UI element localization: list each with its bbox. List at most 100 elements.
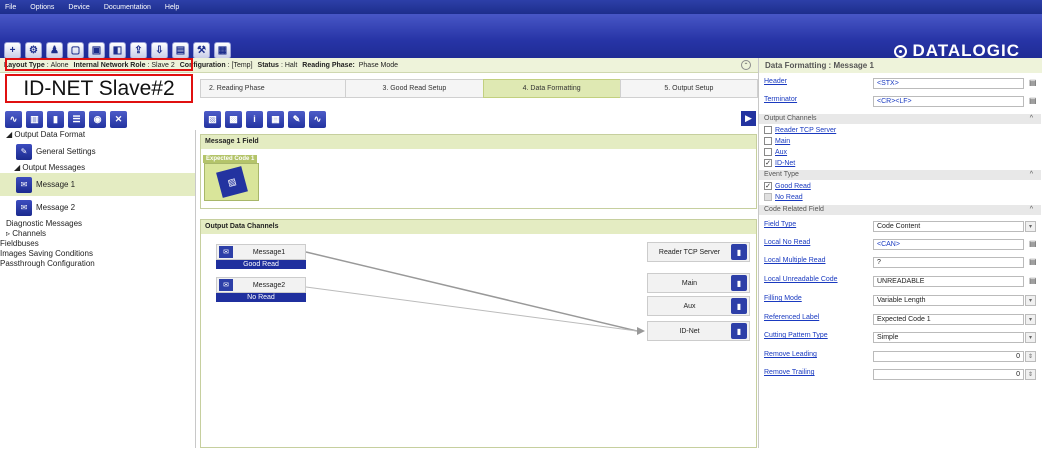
output-channels-section[interactable]: Output Channels [759,114,1041,124]
menu-documentation[interactable]: Documentation [104,4,151,11]
field-type-select[interactable]: Code Content [873,221,1024,232]
terminator-field[interactable]: <CR><LF> [873,96,1024,107]
chevron-down-icon[interactable]: ▾ [1025,295,1036,306]
code-icon[interactable]: ▥ [26,110,43,128]
tree-output-messages[interactable]: ◢ Output Messages [0,163,195,173]
channel-id-net[interactable]: ID-Net ▮ [647,321,750,341]
scanner-icon: ▮ [731,244,747,260]
menu-bar: File Options Device Documentation Help [0,0,1042,14]
menu-file[interactable]: File [5,4,16,11]
tree-general-settings[interactable]: ✎ General Settings [0,140,195,163]
channel-main[interactable]: Main ▮ [647,273,750,293]
scanner-icon[interactable]: ▮ [47,110,64,128]
code-related-section[interactable]: Code Related Field [759,205,1041,215]
stepper-icon[interactable]: ⇕ [1025,369,1036,380]
wrench-icon: ✎ [16,143,32,160]
tree-passthrough[interactable]: Passthrough Configuration [0,259,195,269]
pen-icon[interactable]: ✎ [288,110,305,128]
phase-output-setup[interactable]: 5. Output Setup [619,79,758,98]
local-multiple-read-label[interactable]: Local Multiple Read [764,257,825,264]
tree-message-2[interactable]: ✉ Message 2 [0,196,195,219]
edit-icon[interactable]: ▤ [1029,276,1039,286]
local-no-read-label[interactable]: Local No Read [764,239,810,246]
phase-good-read[interactable]: 3. Good Read Setup [345,79,484,98]
add-icon[interactable]: + [4,42,21,59]
chevron-down-icon[interactable]: ▾ [1025,314,1036,325]
channel-aux[interactable]: Aux ▮ [647,296,750,316]
list-icon[interactable]: ☰ [68,110,85,128]
chevron-down-icon[interactable]: ▾ [1025,332,1036,343]
delete-icon[interactable]: ✕ [110,110,127,128]
tree-diagnostic[interactable]: Diagnostic Messages [0,219,195,229]
referenced-label-label[interactable]: Referenced Label [764,314,819,321]
header-label[interactable]: Header [764,78,787,85]
grid-code-icon[interactable]: ▩ [225,110,242,128]
event-type-section[interactable]: Event Type [759,170,1041,180]
remove-leading-label[interactable]: Remove Leading [764,351,817,358]
menu-help[interactable]: Help [165,4,179,11]
collapse-icon[interactable]: ⌃ [741,60,751,70]
tree-channels[interactable]: ▹ Channels [0,229,195,239]
phase-data-formatting[interactable]: 4. Data Formatting [482,79,621,98]
device-icon[interactable]: ◧ [109,42,126,59]
pictures-icon[interactable]: ▦ [214,42,231,59]
edit-icon[interactable]: ▤ [1029,78,1039,88]
cutting-pattern-select[interactable]: Simple [873,332,1024,343]
save-icon[interactable]: ▤ [172,42,189,59]
tree-images[interactable]: Images Saving Conditions [0,249,195,259]
tree-output-data-format[interactable]: ◢ Output Data Format [0,130,195,140]
oc-main[interactable]: Main [764,137,790,145]
oc-aux[interactable]: Aux [764,148,787,156]
stepper-icon[interactable]: ⇕ [1025,351,1036,362]
gear-icon[interactable]: ⚙ [25,42,42,59]
edit-icon[interactable]: ▤ [1029,96,1039,106]
message2-node[interactable]: ✉ Message2 No Read [216,277,306,302]
waveform-icon[interactable]: ∿ [5,110,22,128]
edit-icon[interactable]: ▤ [1029,239,1039,249]
channel-reader-tcp[interactable]: Reader TCP Server ▮ [647,242,750,262]
connection-line [305,251,638,332]
remove-trailing-stepper[interactable]: 0 [873,369,1024,380]
monitor-icon[interactable]: ▣ [88,42,105,59]
reading-phase-label: Reading Phase: [302,61,355,69]
download-icon[interactable]: ⇩ [151,42,168,59]
person-icon[interactable]: ♟ [46,42,63,59]
filling-mode-select[interactable]: Variable Length [873,295,1024,306]
info-icon[interactable]: i [246,110,263,128]
barcode-icon[interactable]: ▧ [204,110,221,128]
local-no-read-field[interactable]: <CAN> [873,239,1024,250]
menu-options[interactable]: Options [30,4,54,11]
upload-icon[interactable]: ⇪ [130,42,147,59]
phase-reading[interactable]: 2. Reading Phase [200,79,347,98]
chevron-down-icon[interactable]: ▾ [1025,221,1036,232]
message-field-panel: Message 1 Field Expected Code 1 ▨ [200,134,757,209]
local-multiple-read-field[interactable]: ? [873,257,1024,268]
target-icon[interactable]: ◉ [89,110,106,128]
cutting-pattern-label[interactable]: Cutting Pattern Type [764,332,828,339]
settings-icon[interactable]: ⚒ [193,42,210,59]
local-unreadable-field[interactable]: UNREADABLE [873,276,1024,287]
play-icon[interactable]: ▶ [741,111,756,126]
header-field[interactable]: <STX> [873,78,1024,89]
local-unreadable-label[interactable]: Local Unreadable Code [764,276,838,283]
edit-icon[interactable]: ▤ [1029,257,1039,267]
tree-fieldbuses[interactable]: Fieldbuses [0,239,195,249]
message1-node[interactable]: ✉ Message1 Good Read [216,244,306,269]
no-read-checkbox[interactable]: No Read [764,193,803,201]
field-type-label[interactable]: Field Type [764,221,796,228]
remove-leading-stepper[interactable]: 0 [873,351,1024,362]
expected-code-block[interactable]: ▨ [204,163,259,201]
good-read-checkbox[interactable]: ✓ Good Read [764,182,811,190]
oc-reader-tcp[interactable]: Reader TCP Server [764,126,836,134]
signal-icon[interactable]: ∿ [309,110,326,128]
slave-annotation: ID-NET Slave#2 [5,74,193,103]
tree-message-1[interactable]: ✉ Message 1 [0,173,195,196]
table-icon[interactable]: ▦ [267,110,284,128]
terminator-label[interactable]: Terminator [764,96,797,103]
oc-id-net[interactable]: ✓ ID-Net [764,159,795,167]
filling-mode-label[interactable]: Filling Mode [764,295,802,302]
remove-trailing-label[interactable]: Remove Trailing [764,369,815,376]
menu-device[interactable]: Device [68,4,89,11]
referenced-label-select[interactable]: Expected Code 1 [873,314,1024,325]
window-icon[interactable]: ▢ [67,42,84,59]
